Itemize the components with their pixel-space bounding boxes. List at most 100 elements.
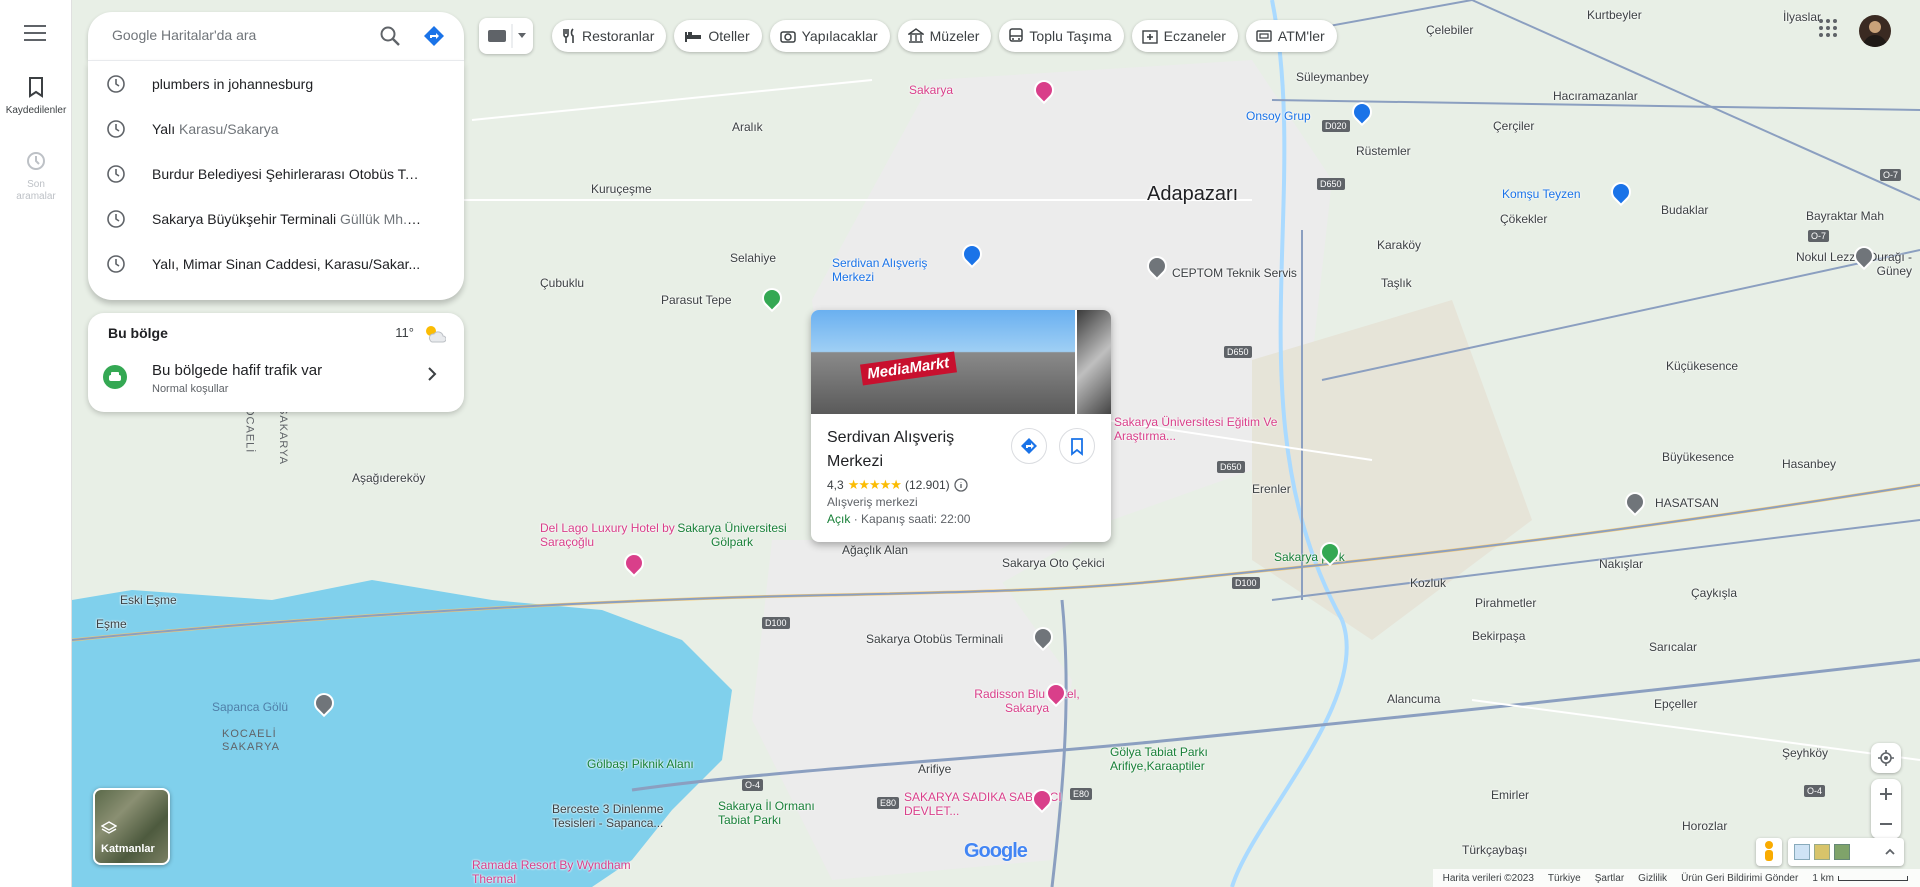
bookmark-icon bbox=[29, 77, 43, 98]
directions-button[interactable] bbox=[1011, 428, 1047, 464]
clock-icon bbox=[107, 120, 125, 138]
my-location-button[interactable] bbox=[1871, 743, 1901, 773]
road-shield: O-7 bbox=[1808, 230, 1830, 242]
poi-label[interactable]: CEPTOM Teknik Servis bbox=[1172, 266, 1297, 280]
thumbnail[interactable] bbox=[1834, 844, 1850, 860]
poi-label[interactable]: Ramada Resort By Wyndham Thermal bbox=[472, 858, 632, 886]
chevron-right-icon[interactable] bbox=[426, 366, 438, 382]
poi-label[interactable]: Gölya Tabiat Parkı Arifiye,Karaaptiler bbox=[1110, 745, 1270, 773]
history-icon bbox=[27, 152, 45, 170]
place-photo-secondary[interactable] bbox=[1077, 310, 1111, 414]
chip-label: Restoranlar bbox=[582, 28, 655, 44]
place-photo[interactable]: MediaMarkt bbox=[811, 310, 1075, 414]
chip-museums[interactable]: Müzeler bbox=[897, 20, 992, 52]
chip-things-to-do[interactable]: Yapılacaklar bbox=[769, 20, 890, 52]
chip-label: Toplu Taşıma bbox=[1029, 28, 1112, 44]
poi-label[interactable]: Sakarya Oto Çekici bbox=[1002, 556, 1105, 570]
traffic-status: Bu bölgede hafif trafik var bbox=[152, 362, 323, 379]
chip-transit[interactable]: Toplu Taşıma bbox=[999, 20, 1124, 52]
imagery-thumbnails[interactable] bbox=[1788, 838, 1904, 866]
place-preview-card[interactable]: MediaMarkt Serdivan Alışveriş Merkezi 4,… bbox=[811, 310, 1111, 542]
poi-label[interactable]: HASATSAN bbox=[1655, 496, 1719, 510]
poi-label[interactable]: Radisson Blu Hotel, Sakarya bbox=[972, 687, 1082, 715]
poi-label[interactable]: Sakarya Üniversitesi Gölpark bbox=[662, 521, 802, 549]
search-box bbox=[88, 12, 464, 60]
town-label: Şeyhköy bbox=[1782, 746, 1829, 760]
scale-bar[interactable]: 1 km bbox=[1812, 873, 1908, 884]
place-name[interactable]: Serdivan Alışveriş Merkezi bbox=[827, 426, 1007, 474]
chip-atms[interactable]: ATM'ler bbox=[1245, 20, 1337, 52]
zoom-in-button[interactable] bbox=[1871, 779, 1901, 809]
feedback-link[interactable]: Ürün Geri Bildirimi Gönder bbox=[1681, 873, 1798, 884]
thumbnail[interactable] bbox=[1794, 844, 1810, 860]
zoom-out-button[interactable] bbox=[1871, 809, 1901, 839]
chip-hotels[interactable]: Oteller bbox=[674, 20, 762, 52]
chip-pharmacies[interactable]: Eczaneler bbox=[1131, 20, 1238, 52]
google-logo: Google bbox=[964, 840, 1028, 862]
poi-label[interactable]: Gölbaşı Piknik Alanı bbox=[587, 757, 694, 771]
poi-label[interactable]: Onsoy Grup bbox=[1246, 109, 1311, 123]
poi-label[interactable]: Sakarya İl Ormanı Tabiat Parkı bbox=[718, 799, 828, 827]
category-chips: Restoranlar Oteller Yapılacaklar Müzeler… bbox=[552, 20, 1337, 52]
history-item[interactable]: Yalı, Mimar Sinan Caddesi, Karasu/Sakar.… bbox=[88, 241, 464, 286]
minus-icon bbox=[1880, 823, 1892, 825]
apps-grid-icon[interactable] bbox=[1818, 18, 1838, 43]
save-button[interactable] bbox=[1059, 428, 1095, 464]
info-icon[interactable] bbox=[954, 478, 968, 492]
town-label: Hasanbey bbox=[1782, 457, 1837, 471]
poi-label[interactable]: Sakarya Otobüs Terminali bbox=[866, 632, 1003, 646]
poi-label[interactable]: Serdivan Alışveriş Merkezi bbox=[832, 256, 962, 284]
layers-button[interactable]: Katmanlar bbox=[93, 788, 170, 865]
history-sub: Güllük Mh.,... bbox=[340, 210, 422, 227]
history-item[interactable]: Sakarya Büyükşehir Terminali Güllük Mh.,… bbox=[88, 196, 464, 241]
chip-restaurants[interactable]: Restoranlar bbox=[552, 20, 667, 52]
poi-label[interactable]: Bayraktar Mah bbox=[1806, 209, 1884, 223]
chevron-up-icon[interactable] bbox=[1884, 846, 1896, 858]
country-link[interactable]: Türkiye bbox=[1548, 873, 1581, 884]
search-input[interactable] bbox=[110, 26, 370, 44]
road-shield: D650 bbox=[1317, 178, 1345, 190]
history-main: Yalı bbox=[152, 120, 176, 137]
menu-icon[interactable] bbox=[24, 25, 46, 43]
rating-row: 4,3 ★★★★★ (12.901) bbox=[827, 477, 968, 493]
chip-label: Eczaneler bbox=[1163, 28, 1226, 44]
town-label: Epçeller bbox=[1654, 697, 1698, 711]
star-rating-icon: ★★★★★ bbox=[847, 477, 902, 492]
poi-label[interactable]: Nokul Lezzet Durağı - Güney bbox=[1762, 250, 1912, 278]
directions-icon[interactable] bbox=[422, 24, 446, 53]
history-item[interactable]: plumbers in johannesburg bbox=[88, 61, 464, 106]
history-item[interactable]: Burdur Belediyesi Şehirlerarası Otobüs T… bbox=[88, 151, 464, 196]
road-shield: D650 bbox=[1224, 346, 1252, 358]
input-tools-button[interactable] bbox=[479, 18, 533, 54]
clock-icon bbox=[107, 210, 125, 228]
terms-link[interactable]: Şartlar bbox=[1595, 873, 1624, 884]
road-shield: O-4 bbox=[742, 779, 764, 791]
museum-icon bbox=[907, 28, 924, 43]
town-label: Büyükesence bbox=[1662, 450, 1735, 464]
poi-label[interactable]: SAKARYA SADIKA SABANCI DEVLET... bbox=[904, 790, 1084, 818]
place-hours: Açık · Kapanış saati: 22:00 bbox=[827, 512, 970, 526]
poi-label[interactable]: Berceste 3 Dinlenme Tesisleri - Sapanca.… bbox=[552, 802, 692, 830]
temperature: 11° bbox=[395, 325, 414, 340]
town-label: Eski Eşme bbox=[120, 593, 177, 607]
poi-label[interactable]: Sakarya bbox=[909, 83, 953, 97]
town-label: Çaykışla bbox=[1691, 586, 1738, 600]
review-count[interactable]: (12.901) bbox=[905, 478, 950, 492]
directions-icon bbox=[1021, 438, 1037, 454]
street-view-pegman[interactable] bbox=[1756, 838, 1782, 866]
saved-button[interactable]: Kaydedilenler bbox=[0, 76, 72, 117]
poi-label[interactable]: Komşu Teyzen bbox=[1502, 187, 1581, 201]
search-icon[interactable] bbox=[378, 24, 402, 53]
camera-icon bbox=[779, 31, 796, 43]
town-label: Çökekler bbox=[1500, 212, 1548, 226]
town-label: Kurtbeyler bbox=[1587, 8, 1642, 22]
avatar[interactable] bbox=[1859, 15, 1891, 47]
atm-icon bbox=[1256, 30, 1272, 42]
road-shield: D100 bbox=[1232, 577, 1260, 589]
history-item[interactable]: Yalı Karasu/Sakarya bbox=[88, 106, 464, 151]
map-data-credit: Harita verileri ©2023 bbox=[1442, 872, 1534, 884]
town-label: Bekirpaşa bbox=[1472, 629, 1526, 643]
poi-label[interactable]: Sakarya Üniversitesi Eğitim Ve Araştırma… bbox=[1114, 415, 1284, 443]
thumbnail[interactable] bbox=[1814, 844, 1830, 860]
privacy-link[interactable]: Gizlilik bbox=[1638, 873, 1667, 884]
